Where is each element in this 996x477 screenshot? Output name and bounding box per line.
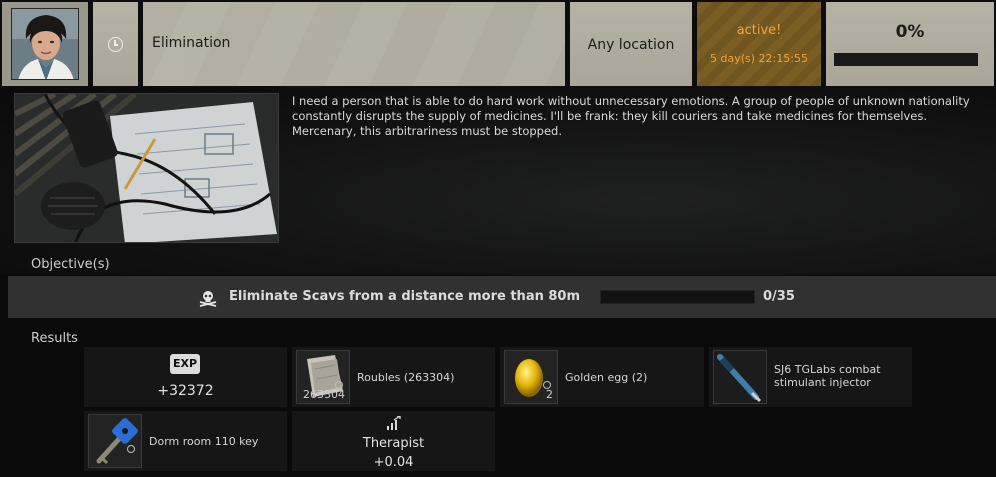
time-remaining: 5 day(s) 22:15:55 bbox=[710, 52, 808, 65]
item-name: Roubles (263304) bbox=[357, 371, 455, 384]
quest-image bbox=[14, 93, 279, 243]
reward-roubles[interactable]: 263304 Roubles (263304) bbox=[292, 347, 495, 407]
item-name: Golden egg (2) bbox=[565, 371, 648, 384]
reward-golden-egg[interactable]: 2 Golden egg (2) bbox=[500, 347, 704, 407]
trader-avatar[interactable] bbox=[11, 8, 79, 80]
roubles-item-slot[interactable]: 263304 bbox=[296, 350, 350, 404]
status-text: active! bbox=[736, 23, 782, 38]
injector-item-slot[interactable] bbox=[713, 350, 767, 404]
quest-description-area: I need a person that is able to do hard … bbox=[0, 88, 996, 275]
quest-name-cell: Elimination bbox=[143, 2, 565, 86]
standing-trader: Therapist bbox=[362, 436, 425, 451]
reward-standing: Therapist +0.04 bbox=[292, 411, 495, 471]
item-quantity: 263304 bbox=[303, 388, 345, 401]
quest-location: Any location bbox=[587, 37, 675, 53]
trader-avatar-cell[interactable] bbox=[2, 2, 88, 86]
found-check-icon bbox=[127, 445, 135, 453]
item-quantity: 2 bbox=[546, 388, 553, 401]
status-cell: active! 5 day(s) 22:15:55 bbox=[697, 2, 821, 86]
quest-header: Elimination Any location active! 5 day(s… bbox=[0, 0, 996, 88]
golden-egg-item-slot[interactable]: 2 bbox=[504, 350, 558, 404]
reward-exp: EXP +32372 bbox=[84, 347, 287, 407]
quest-name: Elimination bbox=[152, 35, 231, 51]
injector-icon bbox=[717, 354, 762, 403]
key-icon bbox=[96, 418, 138, 465]
exp-value: +32372 bbox=[157, 383, 214, 399]
clock-icon bbox=[108, 37, 123, 52]
objective-row: Eliminate Scavs from a distance more tha… bbox=[8, 276, 996, 318]
progress-bar bbox=[834, 53, 978, 66]
skull-crossbones-icon bbox=[199, 291, 217, 307]
reward-key[interactable]: Dorm room 110 key bbox=[84, 411, 287, 471]
standing-value: +0.04 bbox=[373, 455, 414, 470]
reward-injector[interactable]: SJ6 TGLabs combat stimulant injector bbox=[709, 347, 912, 407]
objective-text: Eliminate Scavs from a distance more tha… bbox=[229, 289, 581, 304]
standing-up-icon bbox=[387, 416, 401, 430]
objective-counter: 0/35 bbox=[763, 289, 795, 304]
results-title: Results bbox=[31, 331, 78, 346]
progress-percent: 0% bbox=[895, 22, 925, 42]
exp-icon: EXP bbox=[170, 354, 200, 374]
location-cell: Any location bbox=[570, 2, 692, 86]
item-name: Dorm room 110 key bbox=[149, 435, 259, 448]
item-name: SJ6 TGLabs combat stimulant injector bbox=[774, 363, 881, 389]
progress-cell: 0% bbox=[826, 2, 994, 86]
quest-description: I need a person that is able to do hard … bbox=[292, 94, 970, 138]
objectives-title: Objective(s) bbox=[31, 257, 110, 272]
objective-progress-bar bbox=[600, 290, 755, 304]
key-item-slot[interactable] bbox=[88, 414, 142, 468]
timer-cell bbox=[93, 2, 138, 86]
